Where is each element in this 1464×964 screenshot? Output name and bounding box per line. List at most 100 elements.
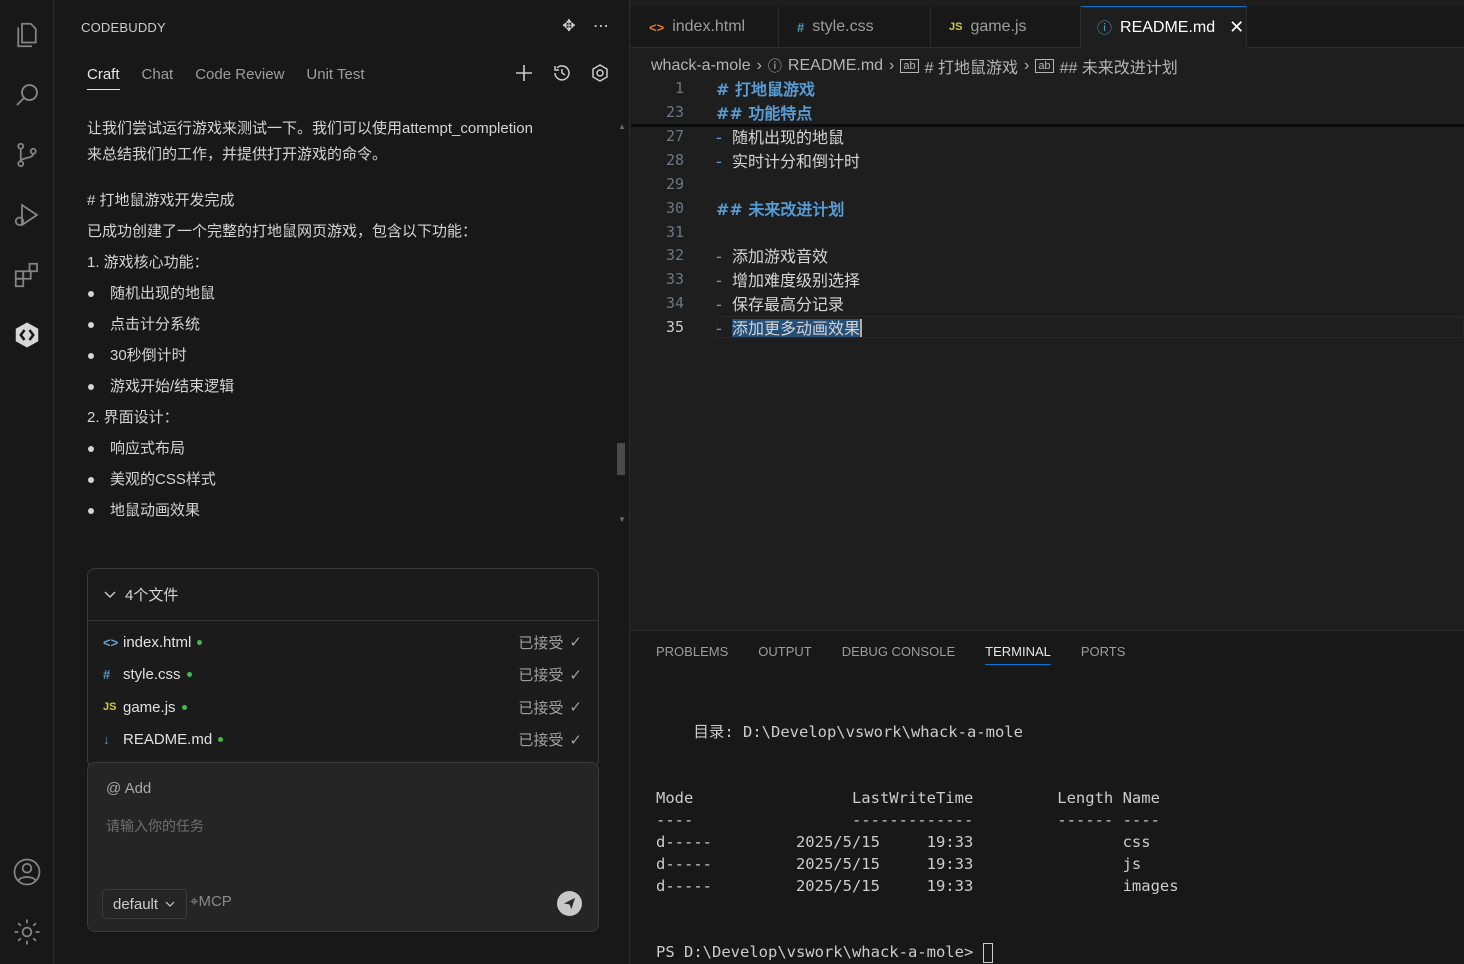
list-item: 地鼠动画效果 (87, 498, 587, 524)
chat-messages: 让我们尝试运行游戏来测试一下。我们可以使用attempt_completion 来… (87, 116, 587, 529)
breadcrumb: whack-a-mole › ⓘ README.md › ab # 打地鼠游戏 … (651, 54, 1178, 78)
tab-code-review[interactable]: Code Review (195, 66, 284, 90)
feature-list: 随机出现的地鼠 点击计分系统 30秒倒计时 游戏开始/结束逻辑 (87, 281, 587, 400)
activity-bar (0, 0, 54, 964)
check-icon: ✓ (569, 634, 582, 652)
terminal-header: Mode LastWriteTime Length Name (656, 789, 1160, 807)
code-line: 23 ## 功能特点 (665, 103, 813, 123)
tab-output[interactable]: OUTPUT (758, 644, 811, 665)
tab-index-html[interactable]: <> index.html (631, 6, 779, 48)
tab-game-js[interactable]: JS game.js (931, 6, 1081, 48)
task-input-box[interactable]: @ Add 请输入你的任务 default ⌖MCP (87, 762, 599, 932)
breadcrumb-file[interactable]: README.md (788, 57, 883, 75)
code-line: 32- 添加游戏音效 (665, 246, 828, 266)
info-icon: ⓘ (767, 58, 782, 74)
new-chat-icon[interactable] (513, 62, 535, 84)
terminal-row: d----- 2025/5/15 19:33 js (656, 855, 1142, 873)
code-line: 34- 保存最高分记录 (665, 294, 844, 314)
tab-ports[interactable]: PORTS (1081, 644, 1126, 665)
file-row-readme-md[interactable]: ↓ README.md 已接受 ✓ (88, 724, 598, 757)
file-name: README.md (123, 731, 213, 749)
model-select[interactable]: default (102, 889, 188, 919)
send-button[interactable] (557, 891, 582, 916)
terminal-prompt[interactable]: PS D:\Develop\vswork\whack-a-mole> (656, 941, 1179, 963)
extensions-icon[interactable] (9, 257, 45, 293)
chevron-down-icon (165, 901, 175, 907)
file-status: 已接受 ✓ (518, 731, 582, 750)
tab-problems[interactable]: PROBLEMS (656, 644, 728, 665)
css-file-icon: # (797, 19, 805, 35)
file-status: 已接受 ✓ (518, 666, 582, 685)
breadcrumb-subheading[interactable]: ## 未来改进计划 (1060, 54, 1178, 78)
terminal-row: d----- 2025/5/15 19:33 css (656, 833, 1151, 851)
source-control-icon[interactable] (9, 137, 45, 173)
file-row-game-js[interactable]: JS game.js 已接受 ✓ (88, 691, 598, 724)
account-icon[interactable] (9, 854, 45, 890)
codebuddy-panel: CODEBUDDY ✥ ⋯ Craft Chat Code Review Uni… (55, 0, 630, 964)
tab-chat[interactable]: Chat (142, 66, 174, 90)
js-file-icon: JS (949, 21, 963, 33)
editor-tabs: <> index.html # style.css JS game.js ⓘ R… (631, 6, 1464, 48)
breadcrumb-folder[interactable]: whack-a-mole (651, 57, 751, 75)
breadcrumb-heading[interactable]: # 打地鼠游戏 (925, 54, 1018, 78)
list-item: 随机出现的地鼠 (87, 281, 587, 307)
terminal-separator: ---- ------------- ------ ---- (656, 811, 1160, 829)
message-summary: 已成功创建了一个完整的打地鼠网页游戏，包含以下功能： (87, 223, 478, 240)
list-item: 点击计分系统 (87, 312, 587, 338)
code-line: 27- 随机出现的地鼠 (665, 127, 844, 147)
file-name: style.css (123, 666, 181, 684)
code-line: 1 # 打地鼠游戏 (674, 79, 815, 99)
scroll-down-arrow-icon[interactable]: ▼ (618, 515, 626, 524)
message-text: 让我们尝试运行游戏来测试一下。我们可以使用attempt_completion 来… (87, 120, 533, 163)
tab-terminal[interactable]: TERMINAL (985, 644, 1051, 665)
tab-style-css[interactable]: # style.css (779, 6, 931, 48)
run-debug-icon[interactable] (9, 197, 45, 233)
mode-tabs: Craft Chat Code Review Unit Test (87, 66, 365, 90)
move-icon[interactable]: ✥ (559, 16, 579, 36)
tab-debug-console[interactable]: DEBUG CONSOLE (842, 644, 955, 665)
settings-gear-icon[interactable] (9, 914, 45, 950)
files-icon[interactable] (9, 17, 45, 53)
file-row-style-css[interactable]: # style.css 已接受 ✓ (88, 659, 598, 692)
more-actions-icon[interactable]: ⋯ (591, 16, 611, 36)
scroll-up-arrow-icon[interactable]: ▲ (618, 122, 626, 131)
chevron-right-icon: › (1023, 57, 1030, 74)
js-file-icon: JS (103, 701, 117, 714)
code-line: 31 (665, 223, 684, 241)
markdown-file-icon: ↓ (103, 732, 110, 748)
history-icon[interactable] (551, 62, 573, 84)
tab-unit-test[interactable]: Unit Test (306, 66, 364, 90)
message-heading: # 打地鼠游戏开发完成 (87, 192, 235, 209)
search-icon[interactable] (9, 77, 45, 113)
code-line: 29 (665, 175, 684, 193)
section-title: 1. 游戏核心功能： (87, 254, 209, 271)
list-item: 30秒倒计时 (87, 343, 587, 369)
tab-craft[interactable]: Craft (87, 66, 120, 90)
file-row-index-html[interactable]: <> index.html 已接受 ✓ (88, 626, 598, 659)
mcp-button[interactable]: ⌖MCP (190, 893, 232, 910)
list-item: 游戏开始/结束逻辑 (87, 374, 587, 400)
sticky-scroll-shadow (631, 124, 1464, 127)
info-icon: ⓘ (1097, 20, 1113, 37)
codebuddy-icon[interactable] (9, 317, 45, 353)
bottom-panel: PROBLEMS OUTPUT DEBUG CONSOLE TERMINAL P… (631, 630, 1464, 964)
symbol-string-icon: ab (900, 59, 919, 73)
close-icon[interactable]: ✕ (1229, 17, 1244, 38)
file-status: 已接受 ✓ (518, 699, 582, 717)
panel-tabs: PROBLEMS OUTPUT DEBUG CONSOLE TERMINAL P… (656, 644, 1125, 665)
editor-area: <> index.html # style.css JS game.js ⓘ R… (631, 0, 1464, 630)
chevron-right-icon: › (889, 57, 895, 74)
panel-title: CODEBUDDY (81, 20, 166, 35)
changed-files-box: 4个文件 <> index.html 已接受 ✓ # style.css 已接受 ✓… (87, 568, 599, 768)
css-file-icon: # (103, 667, 111, 683)
add-context-button[interactable]: @ Add (106, 780, 151, 797)
current-line-highlight (716, 316, 1464, 338)
settings-icon[interactable] (589, 62, 611, 84)
terminal-row: d----- 2025/5/15 19:33 images (656, 877, 1179, 895)
task-input[interactable]: 请输入你的任务 (106, 816, 204, 836)
tab-readme-md[interactable]: ⓘ README.md ✕ (1081, 6, 1247, 48)
file-name: game.js (123, 698, 176, 716)
terminal[interactable]: 目录: D:\Develop\vswork\whack-a-mole Mode … (656, 721, 1179, 963)
chat-scrollbar[interactable] (617, 443, 625, 475)
files-header[interactable]: 4个文件 (88, 569, 598, 621)
